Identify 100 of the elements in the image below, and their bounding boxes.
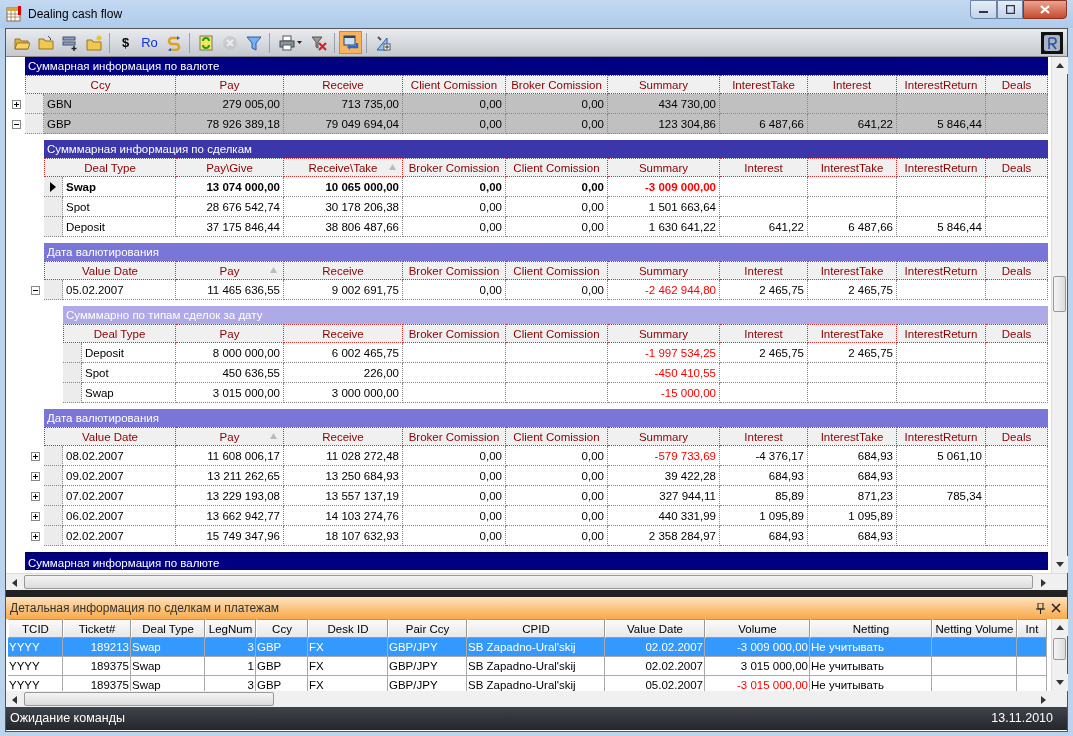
scroll-thumb[interactable] [24,692,274,706]
expand-toggle[interactable] [31,511,40,521]
column-header[interactable]: Broker Comission [403,261,506,280]
column-header[interactable]: Broker Comission [506,75,608,94]
column-header[interactable]: Int [1017,619,1047,638]
column-header[interactable]: Deal Type [44,158,176,177]
column-header[interactable]: Value Date [44,427,176,446]
column-header[interactable]: Deals [986,158,1048,177]
column-header[interactable]: Summary [608,324,720,343]
column-header[interactable]: InterestReturn [897,158,986,177]
column-header[interactable]: Receive\Take [284,158,403,177]
expand-toggle[interactable] [31,491,40,501]
column-header[interactable]: Client Comission [403,75,506,94]
toolbar-button[interactable]: $ [114,31,137,54]
scroll-thumb[interactable] [1053,276,1066,312]
column-header[interactable]: InterestTake [808,158,897,177]
column-header[interactable]: Receive [284,324,403,343]
table-cell: 13 229 193,08 [176,486,284,506]
table-cell[interactable]: YYYY [8,657,63,676]
column-header[interactable]: InterestReturn [897,324,986,343]
column-header[interactable]: Receive [284,427,403,446]
toolbar-button[interactable] [339,31,362,54]
column-header[interactable]: Interest [720,158,808,177]
column-header[interactable]: Broker Comission [403,324,506,343]
column-header[interactable]: LegNum [205,619,256,638]
column-header[interactable]: Summary [608,158,720,177]
column-header[interactable]: Deals [986,427,1048,446]
column-header[interactable]: CPID [467,619,605,638]
column-header[interactable]: Client Comission [506,158,608,177]
table-cell: 07.02.2007 [63,486,176,506]
minimize-button[interactable] [970,0,997,19]
close-button[interactable] [1023,0,1067,19]
column-header[interactable]: Broker Comission [403,427,506,446]
scroll-down-icon[interactable] [1056,680,1064,685]
column-header[interactable]: Netting Volume [932,619,1017,638]
expand-toggle[interactable] [31,471,40,481]
column-header[interactable]: Broker Comission [403,158,506,177]
scroll-down-icon[interactable] [1056,562,1064,567]
column-header[interactable]: Pay\Give [176,158,284,177]
column-header[interactable]: Volume [705,619,810,638]
column-header[interactable]: Interest [720,261,808,280]
column-header[interactable]: Pair Ccy [388,619,467,638]
column-header[interactable]: Netting [810,619,932,638]
maximize-button[interactable] [997,0,1023,19]
column-header[interactable]: Receive [284,75,403,94]
close-icon[interactable] [1051,602,1061,613]
column-header[interactable]: Pay [176,75,284,94]
column-header[interactable]: Pay [176,324,284,343]
vertical-scrollbar[interactable] [1051,57,1067,573]
column-header[interactable]: Ccy [256,619,308,638]
column-header[interactable]: Receive [284,261,403,280]
column-header[interactable]: Interest [720,427,808,446]
horizontal-scrollbar[interactable] [6,573,1067,590]
column-header[interactable]: InterestReturn [897,427,986,446]
column-header[interactable]: Ticket# [63,619,131,638]
column-header[interactable]: Deal Type [63,324,176,343]
column-header[interactable]: Value Date [44,261,176,280]
vertical-scrollbar[interactable] [1051,619,1067,691]
scroll-thumb[interactable] [1053,638,1066,660]
column-header[interactable]: InterestReturn [897,261,986,280]
column-header[interactable]: Interest [720,324,808,343]
column-header[interactable]: TCID [8,619,63,638]
column-header[interactable]: Summary [608,75,720,94]
toolbar-button[interactable]: Ro [138,31,161,54]
scroll-right-icon[interactable] [1040,695,1046,704]
column-header[interactable]: Client Comission [506,324,608,343]
column-header[interactable]: InterestTake [808,427,897,446]
column-header[interactable]: Interest [808,75,897,94]
scroll-left-icon[interactable] [11,578,17,587]
column-header[interactable]: Value Date [605,619,705,638]
column-header[interactable]: Pay [176,427,284,446]
expand-toggle[interactable] [12,119,21,129]
column-header[interactable]: Summary [608,427,720,446]
column-header[interactable]: Client Comission [506,427,608,446]
expand-toggle[interactable] [31,451,40,461]
column-header[interactable]: InterestTake [808,261,897,280]
pin-icon[interactable] [1036,602,1045,614]
expand-toggle[interactable] [31,285,40,295]
scroll-thumb[interactable] [24,575,1033,589]
column-header[interactable]: Desk ID [308,619,388,638]
scroll-up-icon[interactable] [1056,625,1064,630]
scroll-right-icon[interactable] [1040,578,1046,587]
column-header[interactable]: Deals [986,261,1048,280]
column-header[interactable]: Deals [986,324,1048,343]
horizontal-scrollbar[interactable] [6,691,1067,707]
column-header[interactable]: Ccy [25,75,176,94]
scroll-up-icon[interactable] [1056,63,1064,68]
column-header[interactable]: Client Comission [506,261,608,280]
expand-toggle[interactable] [12,99,21,109]
column-header[interactable]: InterestTake [720,75,808,94]
scroll-left-icon[interactable] [11,695,17,704]
row-indicator[interactable] [44,177,63,197]
expand-toggle[interactable] [31,531,40,541]
column-header[interactable]: InterestReturn [897,75,986,94]
column-header[interactable]: Deal Type [131,619,205,638]
column-header[interactable]: Deals [986,75,1048,94]
column-header[interactable]: Summary [608,261,720,280]
column-header[interactable]: Pay [176,261,284,280]
column-header[interactable]: InterestTake [808,324,897,343]
table-cell [986,466,1048,486]
